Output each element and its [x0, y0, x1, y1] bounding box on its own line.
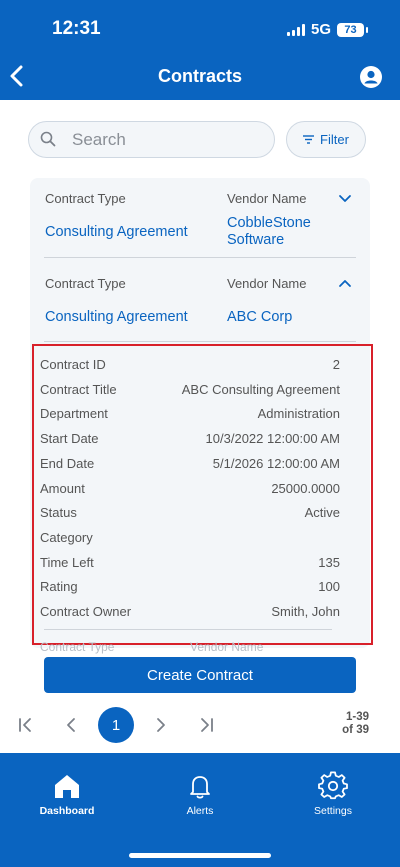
chevron-down-icon[interactable]	[338, 194, 352, 204]
search-icon	[40, 131, 56, 147]
vendor-name-label: Vendor Name	[227, 191, 307, 206]
header: 12:31 5G 73 Contracts	[0, 0, 400, 100]
battery-icon: 73	[337, 22, 368, 37]
nav-settings[interactable]: Settings	[288, 771, 378, 817]
vendor-name-value: ABC Corp	[227, 309, 293, 325]
contract-type-label: Contract Type	[45, 191, 126, 206]
nav-label: Settings	[314, 805, 352, 817]
bottom-nav: Dashboard Alerts Settings	[0, 753, 400, 867]
home-icon	[55, 775, 79, 798]
filter-label: Filter	[320, 132, 349, 147]
nav-label: Alerts	[186, 805, 214, 817]
status-indicators: 5G 73	[286, 21, 368, 38]
chevron-up-icon[interactable]	[338, 278, 352, 288]
nav-alerts[interactable]: Alerts	[155, 771, 245, 817]
profile-icon[interactable]	[360, 66, 382, 88]
divider	[44, 257, 356, 258]
contract-type-label: Contract Type	[40, 640, 115, 654]
page-count: 1-39 of 39	[319, 711, 369, 737]
home-indicator	[129, 853, 271, 858]
create-contract-button[interactable]: Create Contract	[44, 657, 356, 693]
divider	[44, 341, 356, 342]
bell-icon	[190, 776, 210, 799]
signal-icon	[286, 23, 305, 36]
nav-dashboard[interactable]: Dashboard	[22, 771, 112, 817]
contract-type-label: Contract Type	[45, 276, 126, 291]
contract-type-value: Consulting Agreement	[45, 224, 188, 240]
search-input[interactable]	[72, 129, 262, 151]
vendor-name-value: CobbleStone Software	[227, 215, 311, 248]
battery-level: 73	[344, 23, 357, 36]
page-title: Contracts	[157, 66, 242, 86]
next-page-icon[interactable]	[152, 716, 170, 734]
next-card-partial: Contract Type Vendor Name	[40, 640, 263, 654]
page-total: of 39	[342, 724, 369, 736]
first-page-icon[interactable]	[17, 716, 35, 734]
last-page-icon[interactable]	[197, 716, 215, 734]
current-page-button[interactable]: 1	[98, 707, 134, 743]
vendor-name-label: Vendor Name	[227, 276, 307, 291]
prev-page-icon[interactable]	[62, 716, 80, 734]
highlight-box	[32, 344, 373, 645]
filter-button[interactable]: Filter	[286, 121, 366, 158]
filter-icon	[303, 135, 315, 144]
contract-type-value: Consulting Agreement	[45, 309, 188, 325]
page-range: 1-39	[345, 711, 369, 723]
nav-label: Dashboard	[39, 805, 95, 817]
gear-icon	[318, 771, 348, 800]
status-time: 12:31	[52, 18, 101, 39]
vendor-name-label: Vendor Name	[190, 640, 264, 654]
network-type: 5G	[310, 21, 331, 38]
